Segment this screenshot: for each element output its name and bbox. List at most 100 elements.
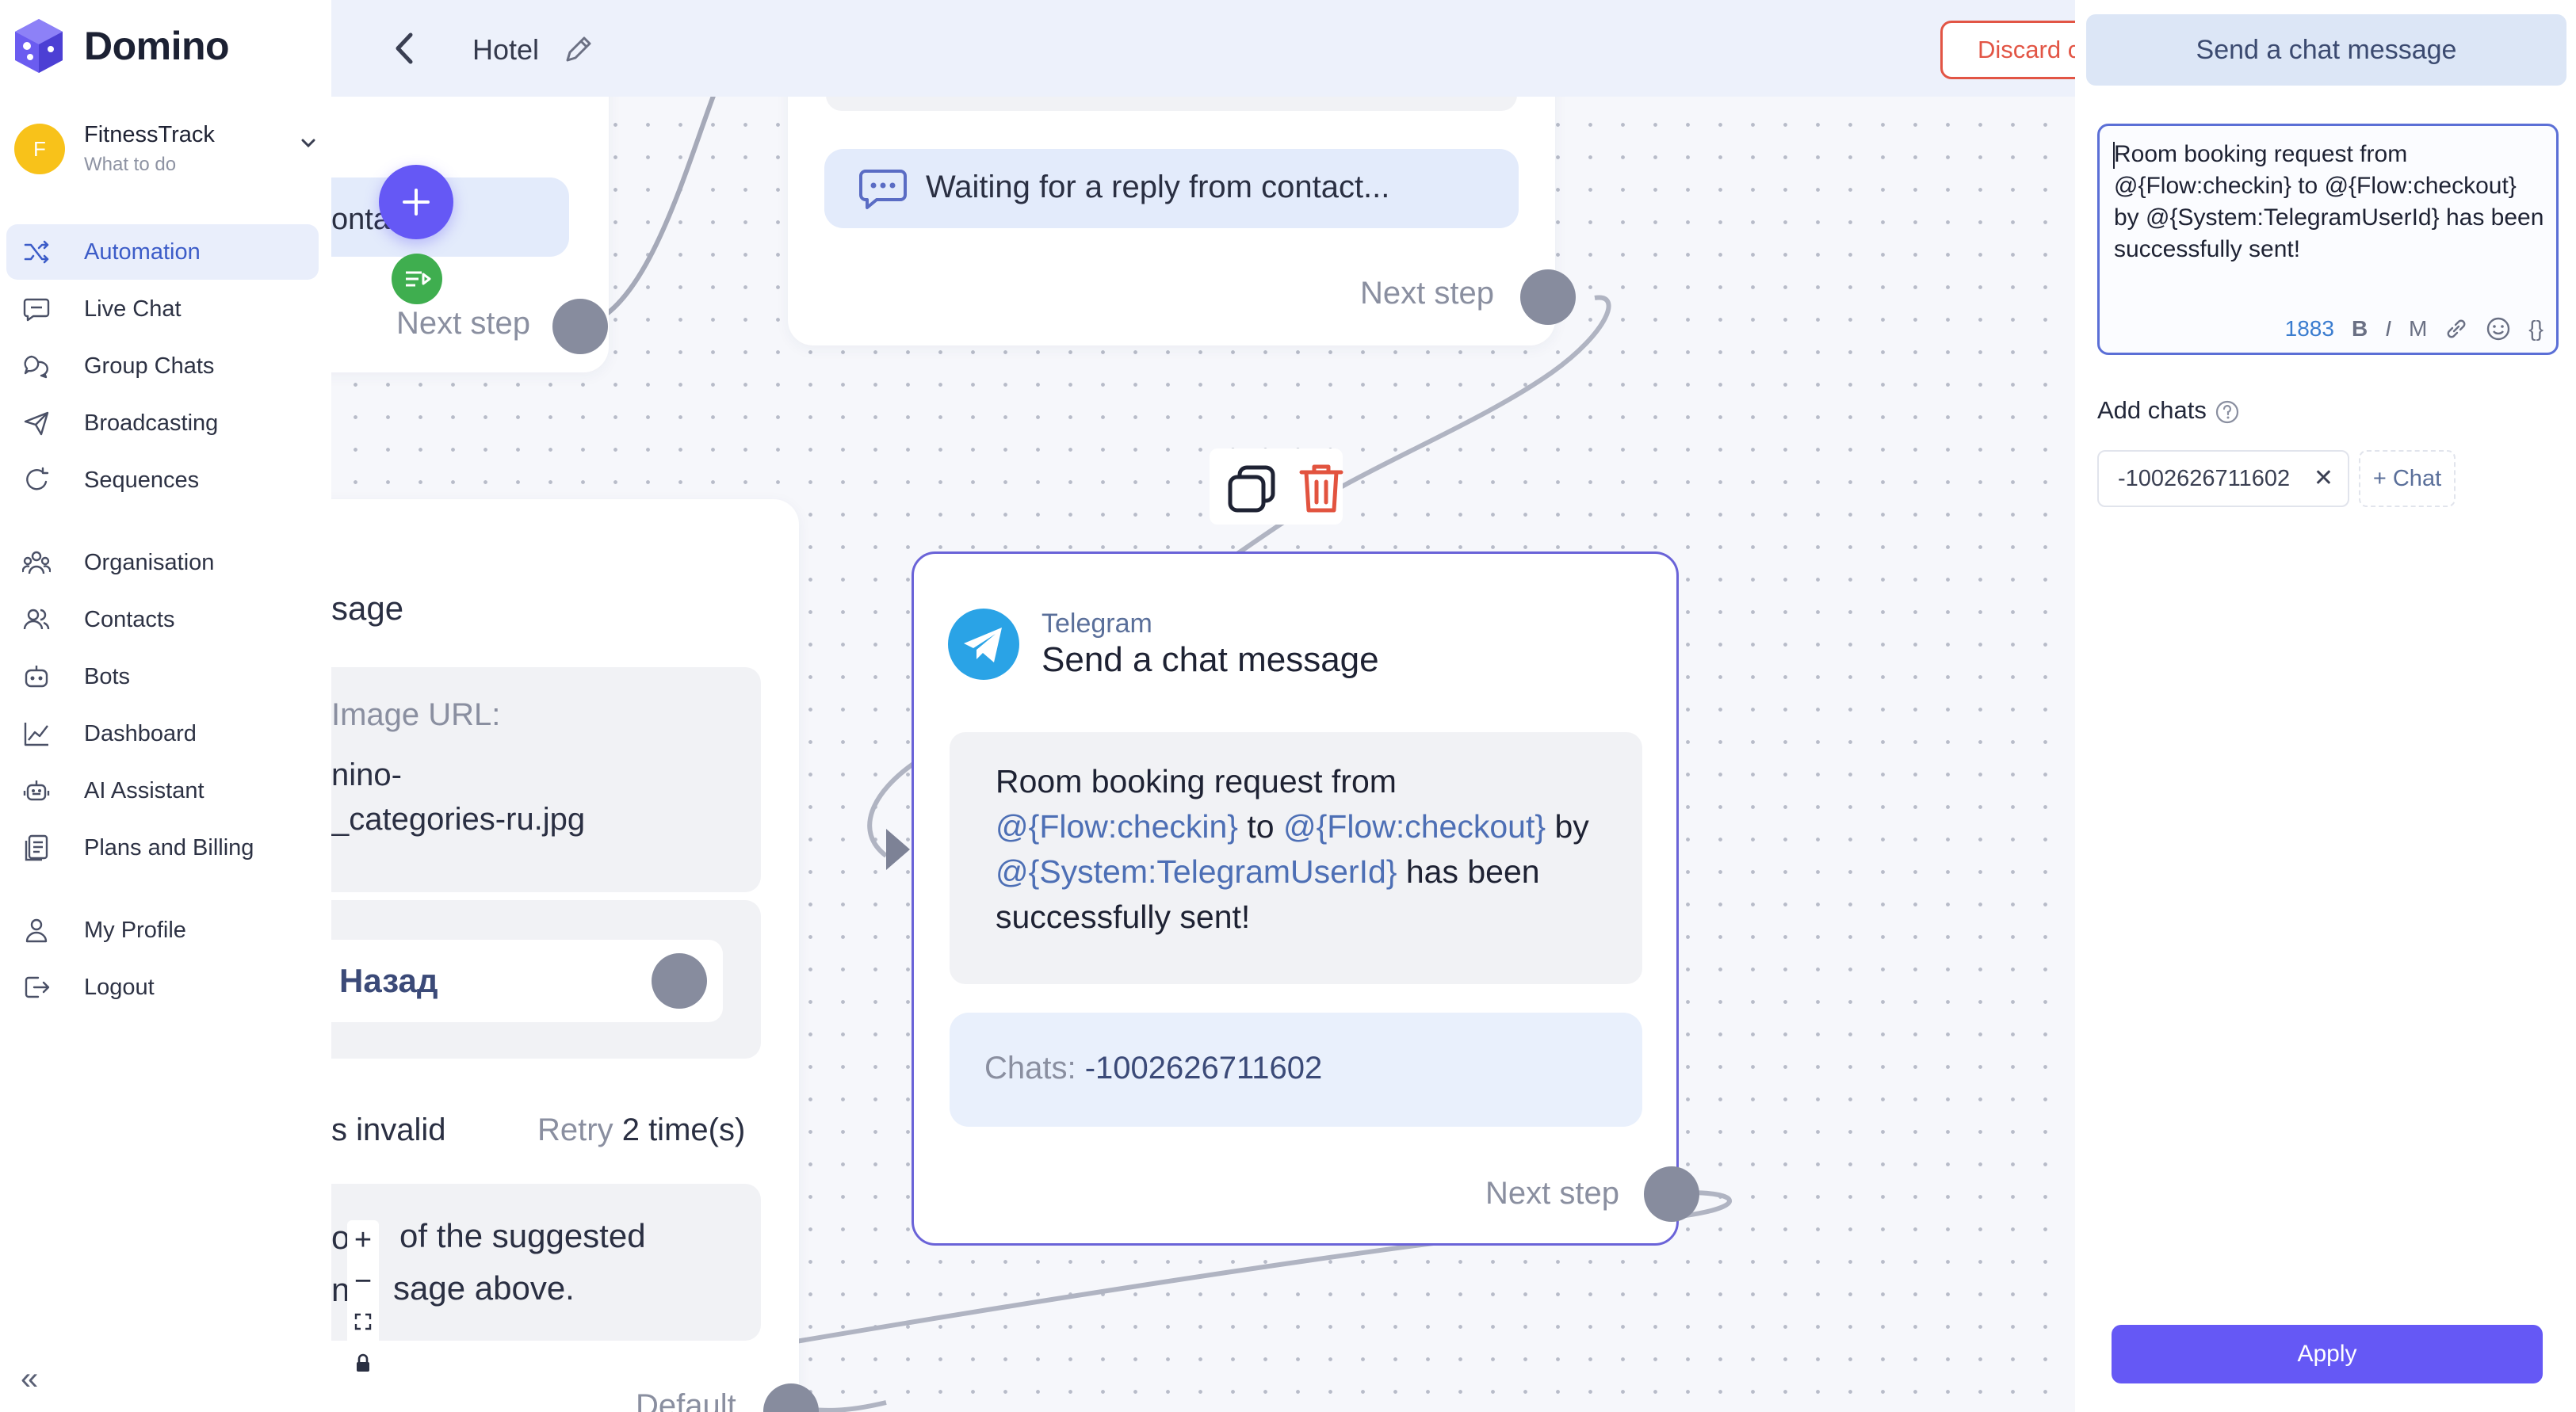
sidebar-item-sequences[interactable]: Sequences [6,452,319,508]
workspace-avatar: F [14,124,65,174]
sidebar-item-contacts[interactable]: Contacts [6,592,319,647]
sidebar-item-organisation[interactable]: Organisation [6,535,319,590]
message-var-checkout: @{Flow:checkout} [1282,808,1546,845]
invalid-label: s invalid [331,1112,446,1147]
zoom-in-button[interactable]: + [347,1220,379,1260]
plus-icon [403,189,430,216]
workspace-subtitle: What to do [84,154,177,175]
reply-button-port[interactable] [652,953,707,1009]
sidebar-item-label: Contacts [84,606,175,632]
message-line-4: successfully sent! [996,895,1622,940]
sidebar-item-broadcasting[interactable]: Broadcasting [6,395,319,451]
organisation-icon [22,551,51,574]
remove-chip-icon[interactable]: ✕ [2314,452,2333,506]
message-input[interactable]: Room booking request from @{Flow:checkin… [2114,139,2547,265]
variables-button[interactable]: {} [2528,316,2544,342]
message-line-2: @{Flow:checkin} to @{Flow:checkout} by [996,804,1622,849]
italic-button[interactable]: I [2385,316,2391,342]
chats-value: -1002626711602 [1084,1051,1323,1086]
message-editor[interactable]: Room booking request from @{Flow:checkin… [2097,124,2559,355]
workspace-name: FitnessTrack [84,122,215,147]
telegram-node-title: Send a chat message [1041,640,1379,679]
sidebar-item-label: My Profile [84,917,186,943]
delete-icon[interactable] [1294,460,1349,517]
sidebar-item-label: Logout [84,974,155,1000]
sidebar-item-group-chats[interactable]: Group Chats [6,338,319,394]
left-node-next-step: Next step [396,306,530,341]
back-arrow-icon[interactable] [388,27,420,70]
app-name: Domino [84,24,230,68]
message-plain-3: by [1546,808,1589,845]
condition-badge[interactable] [392,254,442,304]
sidebar-item-my-profile[interactable]: My Profile [6,903,319,958]
telegram-next-step: Next step [1485,1176,1619,1211]
message-line-3: @{System:TelegramUserId} has been [996,849,1622,895]
sidebar-item-dashboard[interactable]: Dashboard [6,706,319,761]
duplicate-icon[interactable] [1225,461,1281,517]
add-step-button[interactable] [379,165,453,239]
add-chat-button[interactable]: + Chat [2359,450,2456,507]
wait-node-output-port[interactable] [1520,269,1576,325]
sidebar-item-plans-billing[interactable]: Plans and Billing [6,820,319,876]
chat-dots-icon [859,170,907,209]
chat-bubble-icon [23,298,50,322]
domino-logo-icon [15,19,63,73]
paper-plane-icon [964,628,1002,662]
wait-node-text: Waiting for a reply from contact... [926,170,1390,204]
collapse-sidebar-button[interactable]: « [21,1361,38,1397]
bold-button[interactable]: B [2352,316,2368,342]
logo[interactable]: Domino [13,17,230,74]
sidebar-item-ai-assistant[interactable]: AI Assistant [6,763,319,819]
telegram-message-text: Room booking request from @{Flow:checkin… [996,759,1622,940]
billing-icon [25,834,48,861]
properties-panel: Send a chat message Room booking request… [2075,0,2576,1412]
chat-chip: -1002626711602 ✕ [2097,450,2349,507]
sidebar-item-logout[interactable]: Logout [6,960,319,1015]
panel-title: Send a chat message [2086,14,2566,86]
telegram-output-port[interactable] [1644,1166,1699,1222]
image-url-line2: _categories-ru.jpg [331,802,586,837]
group-chat-icon [24,355,48,379]
chat-chip-value: -1002626711602 [2118,466,2291,491]
retry-label: Retry 2 time(s) [537,1112,745,1148]
message-plain-4: has been [1397,853,1540,890]
contacts-icon [23,609,50,630]
default-label: Default [636,1388,736,1412]
telegram-icon [948,609,1019,680]
left-node-output-port[interactable] [552,299,608,354]
telegram-chats-line: Chats: -1002626711602 [984,1051,1322,1086]
zoom-out-button[interactable]: − [347,1261,379,1301]
sidebar-item-label: AI Assistant [84,777,204,803]
telegram-channel-label: Telegram [1041,609,1152,639]
logout-icon [25,976,50,998]
chevron-down-icon [301,139,315,148]
sidebar-item-label: Bots [84,663,131,689]
monospace-button[interactable]: M [2409,316,2427,342]
suggestion-line1: of the suggested [399,1217,646,1254]
telegram-input-arrow [886,829,910,870]
help-icon[interactable] [2215,399,2240,425]
suggestion-box [331,1184,761,1341]
sidebar: Domino F FitnessTrack What to do Automat… [0,0,331,1412]
workspace-switcher[interactable]: F FitnessTrack What to do [14,117,317,181]
flow-canvas[interactable]: onta Next step Waiting for a reply from … [331,0,2075,1412]
top-bar: Hotel Discard c [331,0,2131,97]
image-url-line1: nino- [331,758,402,792]
pencil-icon[interactable] [563,33,594,65]
sidebar-item-live-chat[interactable]: Live Chat [6,281,319,337]
message-plain-1: Room booking request from [996,763,1397,799]
emoji-icon[interactable] [2486,316,2511,342]
sidebar-item-bots[interactable]: Bots [6,649,319,704]
chats-label: Chats: [984,1051,1085,1086]
message-var-checkin: @{Flow:checkin} [996,808,1238,845]
add-chats-label: Add chats [2097,396,2207,424]
sidebar-item-automation[interactable]: Automation [6,224,319,280]
ai-robot-icon [23,780,50,801]
shuffle-icon [24,240,49,264]
apply-button[interactable]: Apply [2112,1325,2543,1383]
link-icon[interactable] [2444,317,2468,341]
lock-icon[interactable] [354,1353,372,1374]
fit-view-icon[interactable] [354,1312,373,1331]
wait-node-next-step: Next step [1360,276,1494,311]
message-line-1: Room booking request from [996,759,1622,804]
